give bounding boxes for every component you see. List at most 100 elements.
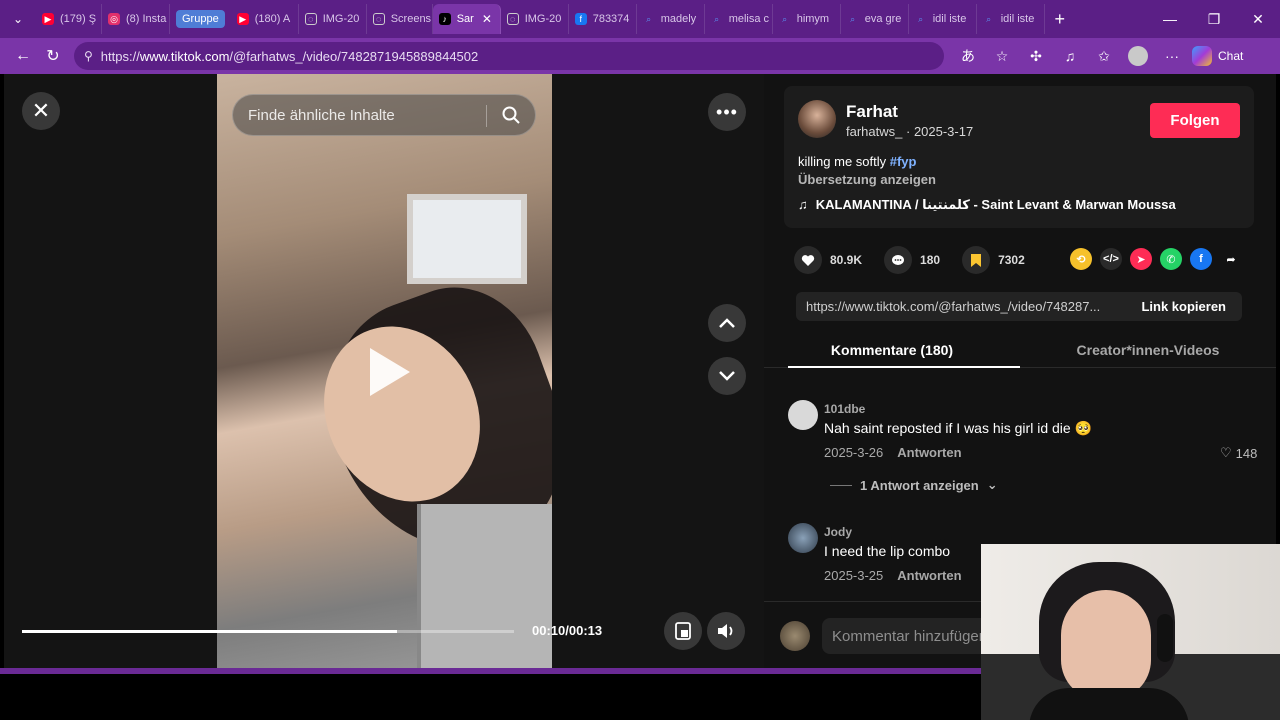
embed-code-icon[interactable]: </> [1100, 248, 1122, 270]
close-tab-icon[interactable]: ✕ [482, 12, 492, 26]
author-avatar[interactable] [798, 100, 836, 138]
date-separator: · [902, 124, 914, 139]
favorites-icon[interactable]: ✩ [1090, 42, 1118, 70]
show-translation-link[interactable]: Übersetzung anzeigen [798, 172, 936, 187]
favorite-button[interactable]: 7302 [962, 246, 1025, 274]
copy-link-button[interactable]: Link kopieren [1141, 299, 1226, 314]
music-note-icon: ♫ [798, 197, 808, 212]
repost-icon[interactable]: ⟲ [1070, 248, 1092, 270]
share-options: ⟲ </> ➤ ✆ f ➦ [1070, 248, 1242, 270]
browser-tab[interactable]: ◌ IMG-20 [501, 4, 569, 34]
commenter-avatar[interactable] [788, 400, 818, 430]
browser-tab[interactable]: ◎ (8) Insta [102, 4, 170, 34]
reply-button[interactable]: Antworten [897, 445, 961, 460]
profile-avatar-icon[interactable] [1124, 42, 1152, 70]
author-meta: farhatws_ · 2025-3-17 [846, 124, 973, 139]
comment-button[interactable]: 180 [884, 246, 940, 274]
site-info-icon[interactable]: ⚲ [84, 49, 93, 63]
browser-tab[interactable]: ⌕ idil iste [977, 4, 1045, 34]
tab-creator-videos[interactable]: Creator*innen-Videos [1020, 336, 1276, 367]
commenter-name[interactable]: 101dbe [824, 402, 865, 416]
globe-icon: ◌ [304, 13, 317, 25]
comment-meta: 2025-3-25 Antworten [824, 568, 962, 583]
previous-video-button[interactable] [708, 304, 746, 342]
search-placeholder: Finde ähnliche Inhalte [248, 106, 395, 124]
browser-tab[interactable]: ◌ IMG-20 [299, 4, 367, 34]
hashtag-link[interactable]: #fyp [890, 154, 917, 169]
video-window [407, 194, 527, 284]
restore-icon[interactable]: ❐ [1192, 0, 1236, 38]
author-handle[interactable]: farhatws_ [846, 124, 902, 139]
translate-icon[interactable]: あ [954, 42, 982, 70]
tab-comments[interactable]: Kommentare (180) [764, 336, 1020, 368]
view-replies-button[interactable]: 1 Antwort anzeigen ⌄ [830, 477, 998, 493]
comment-meta: 2025-3-26 Antworten [824, 445, 962, 460]
volume-icon [718, 624, 733, 638]
video-progress-bar[interactable] [22, 630, 514, 633]
browser-tab[interactable]: ⌕ idil iste [909, 4, 977, 34]
tab-group-label[interactable]: Gruppe [176, 10, 225, 28]
video-link-text[interactable]: https://www.tiktok.com/@farhatws_/video/… [796, 299, 1126, 314]
more-options-button[interactable]: ••• [708, 93, 746, 131]
new-tab-plus-icon[interactable]: + [1045, 9, 1075, 30]
comment-like-button[interactable]: ♡ 148 [1220, 445, 1257, 461]
copilot-chat-button[interactable]: Chat [1192, 46, 1243, 66]
toolbar-icons: あ ☆ ✣ ♫ ✩ ··· [954, 42, 1186, 70]
search-icon: ⌕ [782, 13, 788, 24]
browser-tab[interactable]: ⌕ melisa c [705, 4, 773, 34]
author-name[interactable]: Farhat [846, 102, 898, 122]
copilot-icon [1192, 46, 1212, 66]
play-icon[interactable] [364, 344, 414, 400]
similar-content-search[interactable]: Finde ähnliche Inhalte [232, 94, 536, 136]
browser-tab[interactable]: ⌕ madely [637, 4, 705, 34]
back-arrow-icon[interactable]: ← [8, 41, 38, 71]
post-caption: killing me softly #fyp [798, 154, 916, 169]
share-arrow-icon[interactable]: ➦ [1220, 248, 1242, 270]
more-menu-icon[interactable]: ··· [1158, 42, 1186, 70]
browser-tab-bar: ⌄ ▶ (179) Ş ◎ (8) Insta Gruppe ▶ (180) A ◌ I… [0, 0, 1280, 38]
heart-icon [794, 246, 822, 274]
comment-text: I need the lip combo [824, 543, 951, 559]
url-host: www.tiktok.com [139, 48, 230, 64]
close-video-button[interactable]: ✕ [22, 92, 60, 130]
picture-in-picture-button[interactable] [664, 612, 702, 650]
whatsapp-icon[interactable]: ✆ [1160, 248, 1182, 270]
youtube-icon: ▶ [236, 13, 249, 25]
globe-icon: ◌ [506, 13, 519, 25]
extensions-icon[interactable]: ✣ [1022, 42, 1050, 70]
send-to-friends-icon[interactable]: ➤ [1130, 248, 1152, 270]
browser-tab-active[interactable]: ♪ Sar ✕ [432, 4, 501, 34]
like-count: 80.9K [830, 253, 863, 267]
reply-button[interactable]: Antworten [897, 568, 961, 583]
browser-tab[interactable]: f 783374 [569, 4, 637, 34]
tab-actions-chevron-icon[interactable]: ⌄ [0, 0, 36, 38]
browser-tab[interactable]: ▶ (179) Ş [36, 4, 102, 34]
refresh-icon[interactable]: ↻ [38, 41, 68, 71]
search-icon: ⌕ [918, 13, 924, 24]
globe-icon: ◌ [372, 13, 385, 25]
favorite-star-icon[interactable]: ☆ [988, 42, 1016, 70]
browser-tab[interactable]: ⌕ himym [773, 4, 841, 34]
video-progress-fill [22, 630, 397, 633]
replies-line [830, 484, 852, 486]
minimize-icon[interactable]: — [1148, 0, 1192, 38]
url-field[interactable]: ⚲ https://www.tiktok.com/@farhatws_/vide… [74, 42, 944, 70]
media-icon[interactable]: ♫ [1056, 42, 1084, 70]
browser-tab[interactable]: ▶ (180) A [231, 4, 299, 34]
browser-tab[interactable]: ◌ Screens [367, 4, 433, 34]
close-window-icon[interactable]: ✕ [1236, 0, 1280, 38]
like-button[interactable]: 80.9K [794, 246, 862, 274]
facebook-icon[interactable]: f [1190, 248, 1212, 270]
commenter-name[interactable]: Jody [824, 525, 852, 539]
volume-button[interactable] [707, 612, 745, 650]
music-link[interactable]: ♫ KALAMANTINA / كلمنتينا - Saint Levant &… [798, 197, 1176, 213]
pip-icon [675, 622, 691, 640]
follow-button[interactable]: Folgen [1150, 103, 1240, 138]
search-icon: ⌕ [714, 13, 720, 24]
browser-tab[interactable]: ⌕ eva gre [841, 4, 909, 34]
comment-date: 2025-3-25 [824, 568, 884, 583]
search-icon[interactable] [501, 105, 521, 125]
next-video-button[interactable] [708, 357, 746, 395]
chevron-down-icon: ⌄ [986, 477, 998, 492]
commenter-avatar[interactable] [788, 523, 818, 553]
